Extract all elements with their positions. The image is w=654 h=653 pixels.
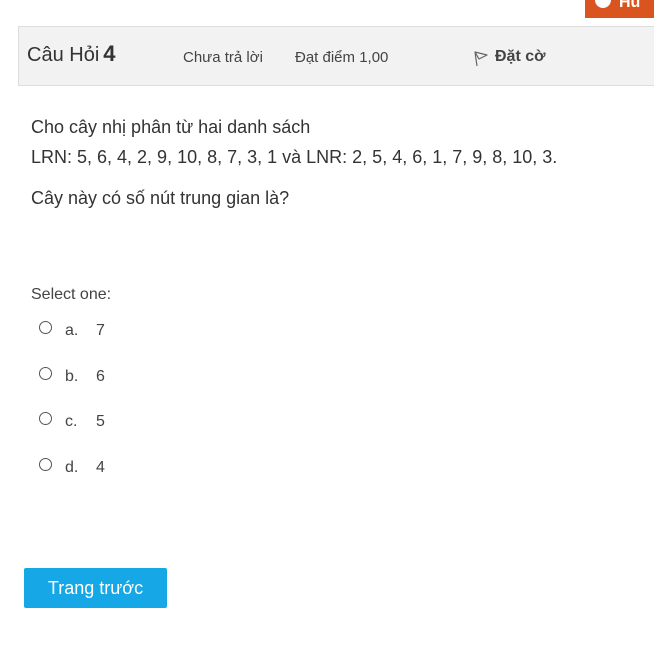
- answer-a-value: 7: [96, 322, 105, 339]
- answer-b-letter: b.: [65, 367, 79, 385]
- flag-question-button[interactable]: Đặt cờ: [473, 48, 546, 67]
- question-grade: Đạt điểm 1,00: [295, 49, 389, 66]
- question-info-bar: Câu Hỏi 4 Chưa trả lời Đạt điểm 1,00 Đặt …: [18, 26, 654, 86]
- answer-d-radio[interactable]: [39, 457, 52, 471]
- question-number: 4: [103, 41, 116, 66]
- answer-d-value: 4: [96, 458, 105, 476]
- answer-a-letter: a.: [65, 322, 79, 339]
- top-right-action-label: Hủ: [619, 0, 641, 11]
- question-line-2: LRN: 5, 6, 4, 2, 9, 10, 8, 7, 3, 1 và LN…: [31, 147, 558, 167]
- question-text: Cho cây nhị phân từ hai danh sách LRN: 5…: [31, 112, 557, 213]
- answer-a-radio[interactable]: [39, 321, 52, 334]
- question-state: Chưa trả lời: [183, 49, 263, 66]
- top-right-action-button[interactable]: Hủ: [585, 0, 654, 18]
- previous-page-button[interactable]: Trang trước: [24, 568, 167, 608]
- question-title: Câu Hỏi 4: [27, 41, 116, 67]
- question-line-3: Cây này có số nút trung gian là?: [31, 188, 290, 208]
- flag-question-label: Đặt cờ: [495, 48, 546, 65]
- answer-c-letter: c.: [65, 413, 78, 430]
- flag-outline-icon: [474, 51, 488, 67]
- circle-icon: [595, 0, 611, 8]
- answer-b-radio[interactable]: [39, 366, 52, 380]
- answer-c-value: 5: [96, 413, 105, 430]
- question-line-1: Cho cây nhị phân từ hai danh sách: [31, 117, 311, 137]
- answer-c-radio[interactable]: [39, 412, 52, 425]
- answer-b-value: 6: [96, 367, 105, 385]
- select-one-prompt: Select one:: [31, 286, 112, 303]
- answer-d-letter: d.: [65, 458, 79, 476]
- question-title-prefix: Câu Hỏi: [27, 44, 100, 66]
- quiz-page: Hủ Câu Hỏi 4 Chưa trả lời Đạt điểm 1,00 Đ…: [0, 0, 654, 653]
